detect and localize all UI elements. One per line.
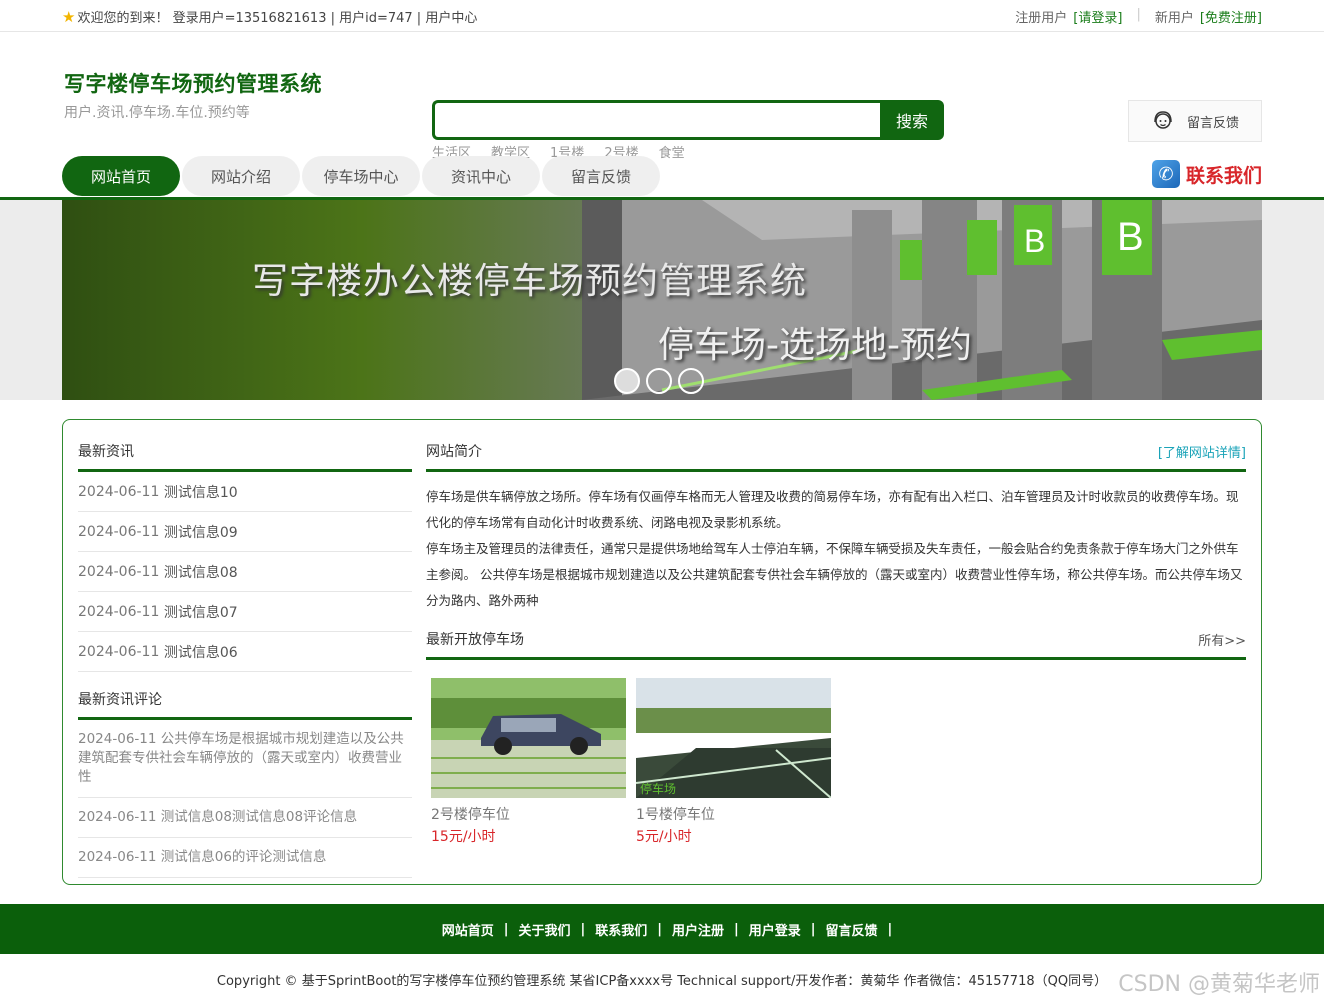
- search-button[interactable]: 搜索: [880, 100, 944, 140]
- svg-text:B: B: [1024, 223, 1045, 259]
- banner-area: B B 写字楼办公楼停车场预约管理系统 停车场-选场地-预约: [0, 200, 1324, 400]
- carousel-dot[interactable]: [646, 368, 672, 394]
- footer-link[interactable]: 网站首页: [432, 920, 504, 939]
- parking-lot-cards: 2号楼停车位 15元/小时 停车场 1号楼停车位 5元/小时: [426, 660, 1246, 846]
- nav-item-feedback[interactable]: 留言反馈: [542, 156, 660, 196]
- header: 写字楼停车场预约管理系统 用户.资讯.停车场.车位.预约等 搜索 生活区 教学区…: [0, 32, 1324, 161]
- contact-us[interactable]: ✆ 联系我们: [1151, 160, 1262, 188]
- news-title[interactable]: 测试信息06: [164, 642, 238, 662]
- intro-section-header: 网站简介 [了解网站详情]: [426, 420, 1246, 472]
- news-date: 2024-06-11: [78, 523, 160, 540]
- login-link[interactable]: [请登录]: [1073, 7, 1122, 26]
- banner-subline: 停车场-选场地-预约: [658, 325, 972, 366]
- nav-item-parking[interactable]: 停车场中心: [302, 156, 420, 196]
- carousel-dot[interactable]: [678, 368, 704, 394]
- nav-item-home[interactable]: 网站首页: [62, 156, 180, 196]
- intro-section-title: 网站简介: [426, 444, 482, 460]
- news-title[interactable]: 测试信息07: [164, 602, 238, 622]
- watermark: CSDN @黄菊华老师: [1118, 972, 1320, 997]
- comments-section-header: 最新资讯评论: [78, 672, 412, 720]
- register-link[interactable]: [免费注册]: [1200, 7, 1262, 26]
- parking-lot-image[interactable]: [431, 678, 626, 798]
- nav-items: 网站首页 网站介绍 停车场中心 资讯中心 留言反馈: [62, 156, 662, 196]
- customer-service-icon: [1154, 111, 1172, 129]
- contact-label: 联系我们: [1185, 164, 1262, 187]
- feedback-label: 留言反馈: [1186, 115, 1239, 131]
- nav-item-about[interactable]: 网站介绍: [182, 156, 300, 196]
- news-list-item[interactable]: 2024-06-11 测试信息10: [78, 472, 412, 512]
- divider: |: [887, 921, 893, 937]
- news-list-item[interactable]: 2024-06-11 测试信息09: [78, 512, 412, 552]
- intro-more-link[interactable]: [了解网站详情]: [1158, 442, 1246, 461]
- left-column: 最新资讯 2024-06-11 测试信息10 2024-06-11 测试信息09…: [78, 420, 412, 878]
- footer-link[interactable]: 用户登录: [739, 920, 811, 939]
- news-title[interactable]: 测试信息09: [164, 522, 238, 542]
- news-list-item[interactable]: 2024-06-11 测试信息07: [78, 592, 412, 632]
- news-list-item[interactable]: 2024-06-11 测试信息06: [78, 632, 412, 672]
- comments-section-title: 最新资讯评论: [78, 692, 162, 708]
- welcome-text[interactable]: 欢迎您的到来！ 登录用户=13516821613 | 用户id=747 | 用户…: [77, 7, 477, 26]
- auth-links: 注册用户 [请登录] | 新用户 [免费注册]: [1015, 7, 1262, 26]
- registered-user-label: 注册用户: [1015, 11, 1068, 26]
- footer-link[interactable]: 联系我们: [585, 920, 657, 939]
- right-column: 网站简介 [了解网站详情] 停车场是供车辆停放之场所。停车场有仅画停车格而无人管…: [426, 420, 1246, 846]
- parking-lot-name[interactable]: 2号楼停车位: [431, 804, 626, 824]
- banner-slide[interactable]: B B 写字楼办公楼停车场预约管理系统 停车场-选场地-预约: [62, 200, 1262, 400]
- news-section-header: 最新资讯: [78, 420, 412, 472]
- banner-headline: 写字楼办公楼停车场预约管理系统: [252, 261, 808, 302]
- parking-lot-card[interactable]: 停车场 1号楼停车位 5元/小时: [636, 678, 831, 846]
- site-title[interactable]: 写字楼停车场预约管理系统: [64, 68, 322, 98]
- svg-text:B: B: [1117, 215, 1144, 259]
- welcome-area: ★ 欢迎您的到来！ 登录用户=13516821613 | 用户id=747 | …: [62, 7, 477, 27]
- parking-lot-price: 5元/小时: [636, 829, 692, 845]
- lots-section-title: 最新开放停车场: [426, 632, 524, 648]
- lots-more-link[interactable]: 所有>>: [1198, 630, 1246, 649]
- news-list-item[interactable]: 2024-06-11 测试信息08: [78, 552, 412, 592]
- footer-nav: 网站首页 | 关于我们 | 联系我们 | 用户注册 | 用户登录 | 留言反馈 |: [0, 904, 1324, 954]
- feedback-button[interactable]: 留言反馈: [1128, 100, 1262, 142]
- site-subtitle: 用户.资讯.停车场.车位.预约等: [64, 105, 250, 121]
- top-bar: ★ 欢迎您的到来！ 登录用户=13516821613 | 用户id=747 | …: [0, 0, 1324, 32]
- main-content: 最新资讯 2024-06-11 测试信息10 2024-06-11 测试信息09…: [62, 419, 1262, 885]
- lots-section-header: 最新开放停车场 所有>>: [426, 614, 1246, 660]
- star-icon: ★: [62, 7, 76, 26]
- comment-list-item[interactable]: 2024-06-11 测试信息08测试信息08评论信息: [78, 798, 412, 838]
- divider: |: [1136, 7, 1141, 22]
- news-date: 2024-06-11: [78, 563, 160, 580]
- main-nav: 网站首页 网站介绍 停车场中心 资讯中心 留言反馈 ✆ 联系我们: [0, 156, 1324, 200]
- parking-lot-price: 15元/小时: [431, 829, 496, 845]
- phone-icon: ✆: [1151, 160, 1180, 188]
- footer-link[interactable]: 留言反馈: [816, 920, 888, 939]
- carousel-dot[interactable]: [614, 368, 640, 394]
- intro-paragraph: 停车场是供车辆停放之场所。停车场有仅画停车格而无人管理及收费的简易停车场，亦有配…: [426, 489, 1239, 530]
- nav-item-news[interactable]: 资讯中心: [422, 156, 540, 196]
- intro-paragraph: 停车场主及管理员的法律责任，通常只是提供场地给驾车人士停泊车辆，不保障车辆受损及…: [426, 541, 1243, 608]
- new-user-label: 新用户: [1154, 11, 1194, 26]
- footer-link[interactable]: 关于我们: [508, 920, 580, 939]
- footer-link[interactable]: 用户注册: [662, 920, 734, 939]
- comment-list-item[interactable]: 2024-06-11 公共停车场是根据城市规划建造以及公共建筑配套专供社会车辆停…: [78, 720, 412, 798]
- intro-text: 停车场是供车辆停放之场所。停车场有仅画停车格而无人管理及收费的简易停车场，亦有配…: [426, 472, 1246, 614]
- parking-lot-image-caption: 停车场: [640, 781, 676, 796]
- news-title[interactable]: 测试信息10: [164, 482, 238, 502]
- brand: 写字楼停车场预约管理系统 用户.资讯.停车场.车位.预约等: [64, 68, 322, 122]
- news-date: 2024-06-11: [78, 603, 160, 620]
- carousel-dots: [614, 368, 704, 394]
- parking-lot-name[interactable]: 1号楼停车位: [636, 804, 831, 824]
- parking-lot-card[interactable]: 2号楼停车位 15元/小时: [431, 678, 626, 846]
- news-date: 2024-06-11: [78, 643, 160, 660]
- parking-lot-image[interactable]: 停车场: [636, 678, 831, 798]
- news-date: 2024-06-11: [78, 483, 160, 500]
- search-input[interactable]: [432, 100, 880, 140]
- news-section-title: 最新资讯: [78, 444, 134, 460]
- news-title[interactable]: 测试信息08: [164, 562, 238, 582]
- comment-list-item[interactable]: 2024-06-11 测试信息06的评论测试信息: [78, 838, 412, 878]
- search-bar: 搜索: [432, 100, 944, 140]
